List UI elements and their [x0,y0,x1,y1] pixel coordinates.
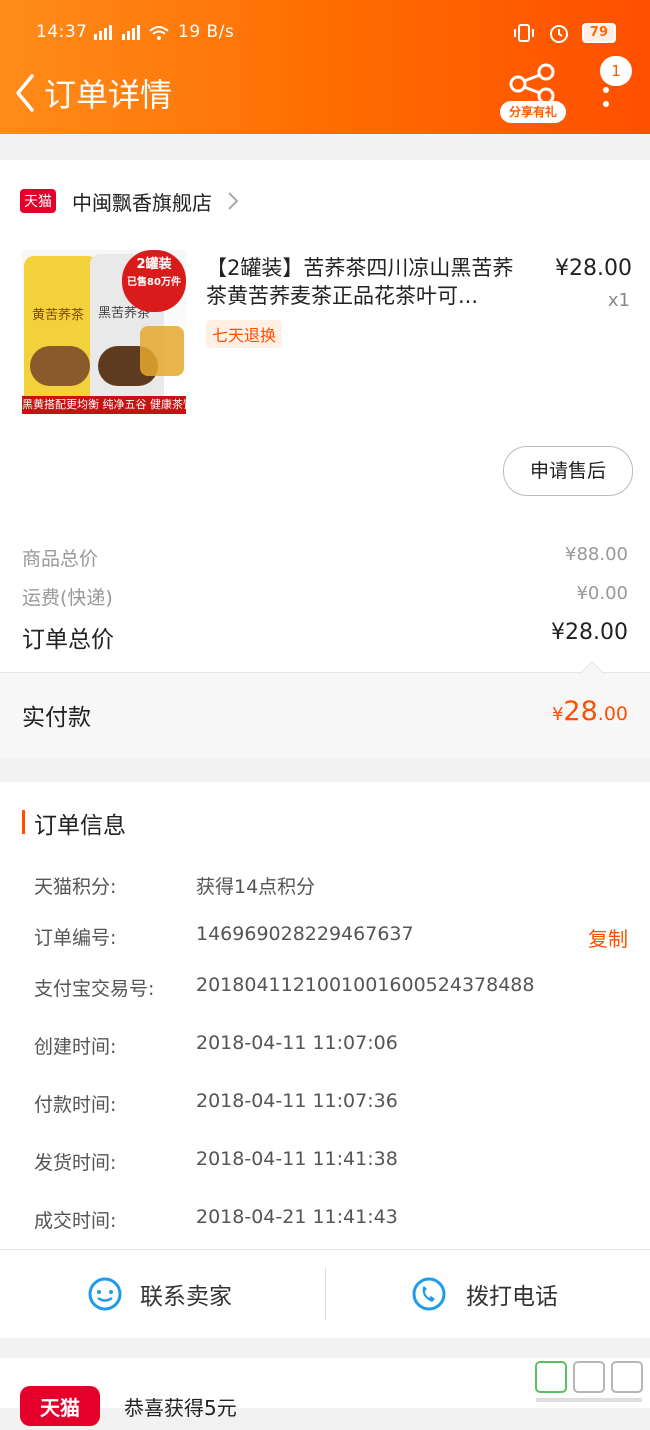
fee-row-shipping: 运费(快递) ¥0.00 [22,583,628,609]
call-button[interactable]: 拨打电话 [410,1250,558,1338]
app-header: 14:37 19 B/s 79 订单详情 分享有礼 1 [0,0,650,134]
tea-cup-image [140,326,184,376]
copy-order-number-button[interactable]: 复制 [588,923,628,952]
network-speed: 19 B/s [178,22,235,42]
info-row-points: 天猫积分: 获得14点积分 [34,876,316,898]
message-badge: 1 [600,56,632,86]
return-policy-tag: 七天退换 [206,320,283,348]
fee-row-order-total: 订单总价 ¥28.00 [22,620,628,653]
info-row-paid: 付款时间: 2018-04-11 11:07:36 [34,1090,398,1116]
caret-up-icon [580,661,604,674]
contact-action-bar: 联系卖家 拨打电话 [0,1249,650,1338]
reward-text: 恭喜获得5元 [124,1396,237,1420]
info-row-created: 创建时间: 2018-04-11 11:07:06 [34,1032,398,1058]
status-time: 14:37 [36,22,88,42]
chevron-right-icon [228,192,239,210]
alarm-icon [549,25,568,43]
info-row-completed: 成交时间: 2018-04-21 11:41:43 [34,1206,398,1232]
after-sale-button[interactable]: 申请售后 [503,446,633,496]
order-info-title: 订单信息 [34,813,126,839]
contact-seller-button[interactable]: 联系卖家 [86,1250,232,1338]
more-menu-icon[interactable] [600,84,612,114]
share-reward-label[interactable]: 分享有礼 [500,101,566,123]
back-arrow-icon[interactable] [10,68,40,118]
contact-seller-label: 联系卖家 [140,1284,232,1310]
product-price: ¥28.00 [555,256,632,281]
watermark-logo [535,1361,643,1402]
info-row-shipped: 发货时间: 2018-04-11 11:41:38 [34,1148,398,1174]
tea-bowl-image [30,346,90,386]
shop-row[interactable]: 天猫 中闽飘香旗舰店 [20,186,240,216]
chat-icon [88,1277,122,1311]
page-title: 订单详情 [44,76,173,114]
promo-badge: 2罐装 已售80万件 [122,250,186,312]
order-info-card [0,782,650,1250]
action-divider [325,1268,326,1320]
phone-icon [412,1277,446,1311]
paid-amount: ¥28.00 [551,696,628,727]
battery-indicator: 79 [581,23,616,43]
tmall-tag: 天猫 [20,189,56,213]
product-image-strip: 黑黄搭配更均衡 纯净五谷 健康茶饮 [22,396,186,414]
product-title[interactable]: 【2罐装】苦荞茶四川凉山黑苦荞茶黄苦荞麦茶正品花茶叶可... [206,254,524,310]
tmall-logo: 天猫 [20,1386,100,1426]
shop-name: 中闽飘香旗舰店 [72,190,212,215]
product-quantity: x1 [607,290,630,311]
product-image[interactable]: 黄苦荞茶 黑苦荞茶 2罐装 已售80万件 黑黄搭配更均衡 纯净五谷 健康茶饮 [22,250,186,414]
fee-row-goods: 商品总价 ¥88.00 [22,544,628,570]
vibrate-icon [513,24,534,42]
paid-label: 实付款 [22,705,91,731]
status-right: 79 [512,22,616,44]
section-accent-bar [22,810,25,834]
call-label: 拨打电话 [466,1284,558,1310]
info-row-order-number: 订单编号: 146969028229467637 [34,923,414,949]
info-row-alipay-number: 支付宝交易号: 2018041121001001600524378488 [34,974,535,1000]
